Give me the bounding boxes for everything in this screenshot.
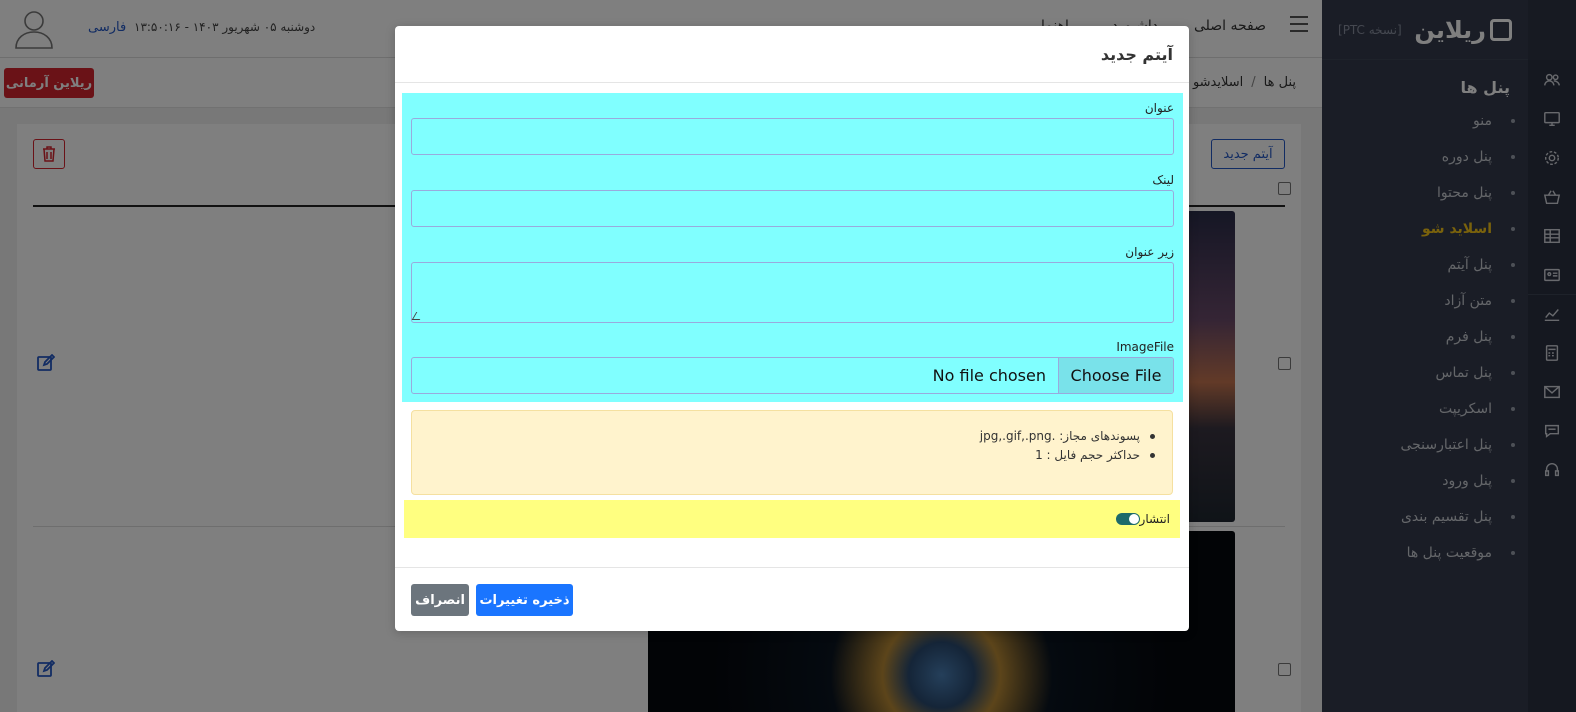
image-file-label: ImageFile	[1116, 340, 1174, 354]
save-button[interactable]: ذخیره تغییرات	[476, 584, 573, 616]
choose-file-button[interactable]: Choose File	[1058, 358, 1173, 393]
allowed-extensions: پسوندهای مجاز: .jpg,.gif,.png	[412, 427, 1155, 446]
publish-label: انتشار	[1139, 512, 1170, 526]
upload-info-box: پسوندهای مجاز: .jpg,.gif,.png حداکثر حجم…	[411, 410, 1173, 495]
modal-title: آیتم جدید	[1100, 44, 1173, 64]
modal-footer: ذخیره تغییرات انصراف	[395, 567, 1189, 631]
no-file-text: No file chosen	[932, 366, 1046, 385]
title-label: عنوان	[1144, 101, 1174, 115]
subtitle-textarea[interactable]	[411, 262, 1174, 323]
link-label: لینک	[1152, 173, 1174, 187]
new-item-modal: آیتم جدید عنوان لینک زیر عنوان ImageFile…	[395, 26, 1189, 631]
modal-header: آیتم جدید	[395, 26, 1189, 83]
max-file-size: حداکثر حجم فایل : 1	[412, 446, 1155, 465]
subtitle-label: زیر عنوان	[1125, 245, 1174, 259]
link-input[interactable]	[411, 190, 1174, 227]
image-file-input[interactable]: Choose File No file chosen	[411, 357, 1174, 394]
cancel-button[interactable]: انصراف	[411, 584, 469, 616]
title-input[interactable]	[411, 118, 1174, 155]
form-area: عنوان لینک زیر عنوان ImageFile Choose Fi…	[402, 93, 1183, 402]
publish-toggle[interactable]	[1115, 513, 1140, 525]
publish-row: انتشار	[404, 500, 1180, 538]
